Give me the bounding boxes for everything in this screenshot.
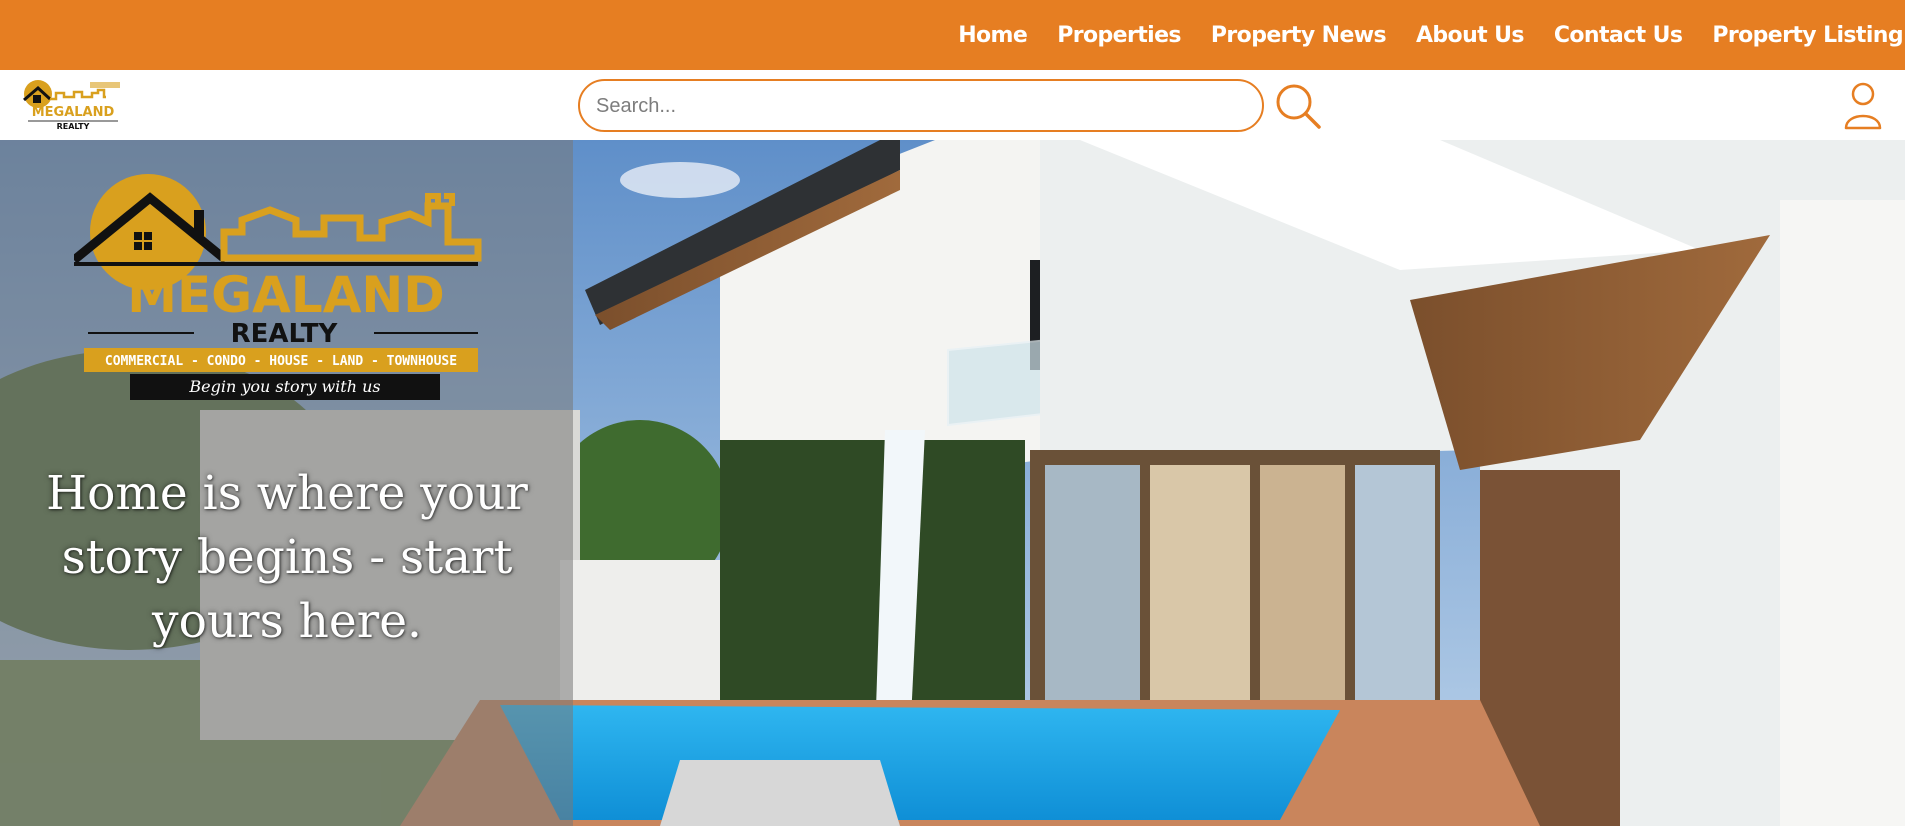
nav-property-news[interactable]: Property News	[1211, 23, 1387, 48]
logo-brand-sub: REALTY	[231, 319, 339, 349]
user-icon[interactable]	[1843, 82, 1883, 130]
tagline-line: yours here.	[152, 594, 422, 649]
brand-name-text: MEGALAND	[32, 105, 115, 120]
logo-brand-name: MEGALAND	[127, 266, 445, 324]
search-input[interactable]	[594, 81, 1248, 132]
nav-home[interactable]: Home	[958, 23, 1028, 48]
search-box	[578, 79, 1264, 132]
tagline-line: story begins - start	[61, 530, 513, 585]
main-nav: Home Properties Property News About Us C…	[958, 0, 1905, 70]
brand-sub-text: REALTY	[57, 122, 90, 131]
nav-properties[interactable]: Properties	[1057, 23, 1181, 48]
logo-slogan: Begin you story with us	[188, 377, 380, 396]
tagline-line: Home is where your	[46, 466, 528, 521]
nav-contact-us[interactable]: Contact Us	[1554, 23, 1683, 48]
nav-property-listing[interactable]: Property Listing	[1712, 23, 1903, 48]
megaland-logo-small[interactable]: MEGALAND REALTY	[20, 78, 126, 132]
search-icon[interactable]	[1274, 82, 1322, 130]
logo-categories: COMMERCIAL - CONDO - HOUSE - LAND - TOWN…	[105, 354, 457, 369]
megaland-logo-large: MEGALAND REALTY COMMERCIAL - CONDO - HOU…	[74, 174, 482, 400]
header-bar: MEGALAND REALTY	[0, 70, 1905, 140]
nav-about-us[interactable]: About Us	[1416, 23, 1524, 48]
top-nav-bar: Home Properties Property News About Us C…	[0, 0, 1905, 70]
hero-banner: MEGALAND REALTY COMMERCIAL - CONDO - HOU…	[0, 140, 1905, 826]
hero-tagline: Home is where your story begins - start …	[20, 462, 554, 654]
